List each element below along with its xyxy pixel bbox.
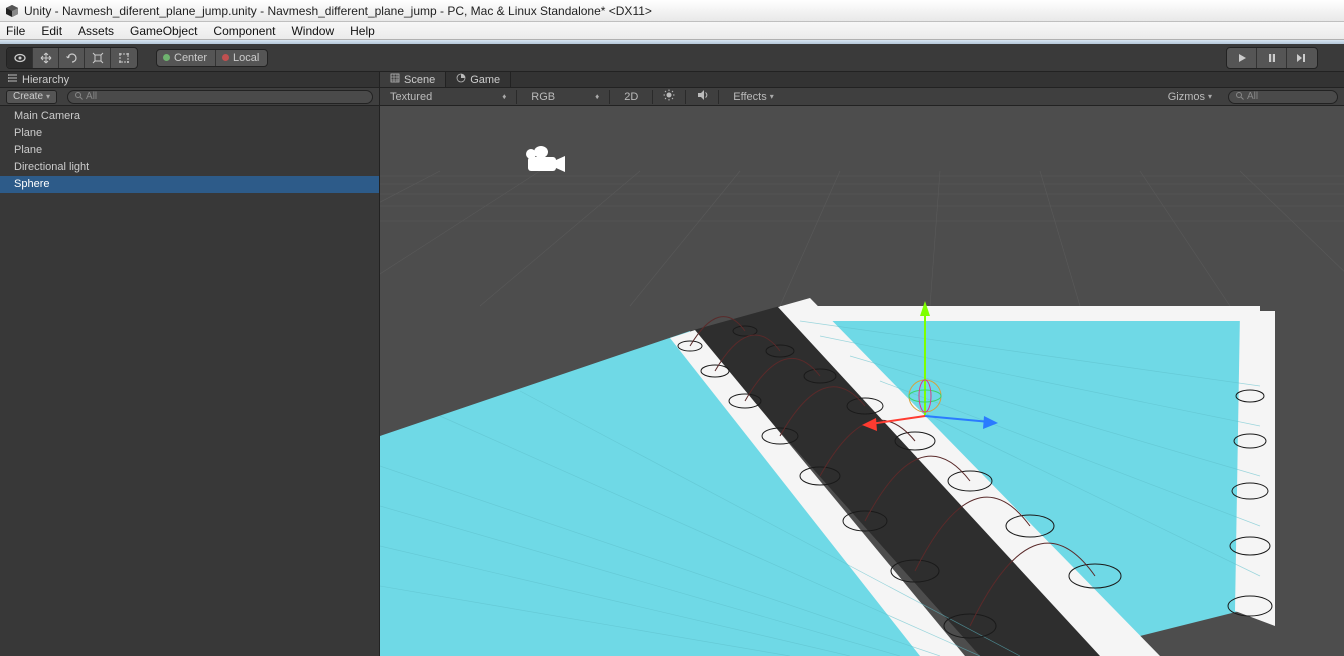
hierarchy-item-sphere[interactable]: Sphere	[0, 176, 379, 193]
window-titlebar: Unity - Navmesh_diferent_plane_jump.unit…	[0, 0, 1344, 22]
search-icon	[1235, 91, 1244, 103]
hierarchy-subbar: Create ▾ All	[0, 88, 379, 106]
main-toolbar: Center Local	[0, 44, 1344, 72]
menu-file[interactable]: File	[6, 24, 25, 38]
dot-icon	[222, 54, 229, 61]
scene-search-input[interactable]: All	[1228, 90, 1338, 104]
scene-search-placeholder: All	[1247, 91, 1258, 102]
chevron-down-icon: ▾	[46, 92, 50, 101]
hierarchy-tab[interactable]: Hierarchy	[0, 72, 379, 88]
play-controls-group	[1226, 47, 1318, 69]
tab-game[interactable]: Game	[446, 72, 511, 87]
menu-bar: File Edit Assets GameObject Component Wi…	[0, 22, 1344, 40]
unity-logo-icon	[4, 3, 20, 19]
scene-toolbar: Textured ♦ RGB ♦ 2D Effects ▾	[380, 88, 1344, 106]
chevron-down-icon: ▾	[1208, 92, 1212, 101]
game-icon	[456, 73, 466, 86]
step-button[interactable]	[1287, 48, 1317, 68]
chevron-down-icon: ▾	[770, 92, 774, 101]
scale-tool-button[interactable]	[85, 48, 111, 68]
pivot-center-label: Center	[174, 52, 207, 64]
rect-tool-button[interactable]	[111, 48, 137, 68]
pivot-center-button[interactable]: Center	[157, 50, 216, 66]
hierarchy-item-plane[interactable]: Plane	[0, 142, 379, 159]
toggle-2d-label: 2D	[624, 91, 638, 103]
hierarchy-tab-label: Hierarchy	[22, 74, 69, 86]
hierarchy-item-plane[interactable]: Plane	[0, 125, 379, 142]
menu-component[interactable]: Component	[213, 24, 275, 38]
pivot-local-label: Local	[233, 52, 259, 64]
create-dropdown-button[interactable]: Create ▾	[6, 90, 57, 104]
hierarchy-search-placeholder: All	[86, 91, 97, 102]
window-title-text: Unity - Navmesh_diferent_plane_jump.unit…	[24, 4, 652, 18]
dot-icon	[163, 54, 170, 61]
effects-dropdown[interactable]: Effects ▾	[729, 91, 777, 103]
gizmos-label: Gizmos	[1168, 91, 1205, 103]
scene-panel: Scene Game Textured ♦ RGB ♦ 2D	[380, 72, 1344, 656]
chevron-updown-icon: ♦	[502, 92, 506, 101]
tab-game-label: Game	[470, 74, 500, 86]
pivot-local-button[interactable]: Local	[216, 50, 267, 66]
hierarchy-item-main-camera[interactable]: Main Camera	[0, 108, 379, 125]
hierarchy-icon	[8, 73, 18, 86]
menu-edit[interactable]: Edit	[41, 24, 62, 38]
pivot-toggle-group: Center Local	[156, 49, 268, 67]
audio-toggle-button[interactable]	[696, 89, 708, 104]
move-tool-button[interactable]	[33, 48, 59, 68]
main-area: Hierarchy Create ▾ All Main Camera Plane…	[0, 72, 1344, 656]
lighting-toggle-button[interactable]	[663, 89, 675, 104]
menu-gameobject[interactable]: GameObject	[130, 24, 197, 38]
hierarchy-list: Main Camera Plane Plane Directional ligh…	[0, 106, 379, 656]
menu-help[interactable]: Help	[350, 24, 375, 38]
scene-tabs: Scene Game	[380, 72, 1344, 88]
shading-mode-dropdown[interactable]: Textured	[386, 91, 436, 103]
play-button[interactable]	[1227, 48, 1257, 68]
scene-icon	[390, 73, 400, 86]
scene-viewport[interactable]	[380, 106, 1344, 656]
tab-scene-label: Scene	[404, 74, 435, 86]
create-label: Create	[13, 91, 43, 102]
effects-label: Effects	[733, 91, 766, 103]
search-icon	[74, 91, 83, 103]
transform-tool-group	[6, 47, 138, 69]
render-mode-dropdown[interactable]: RGB	[527, 91, 559, 103]
shading-mode-label: Textured	[390, 91, 432, 103]
pause-button[interactable]	[1257, 48, 1287, 68]
menu-window[interactable]: Window	[291, 24, 334, 38]
tab-scene[interactable]: Scene	[380, 72, 446, 87]
chevron-updown-icon: ♦	[595, 92, 599, 101]
menu-assets[interactable]: Assets	[78, 24, 114, 38]
hierarchy-search-input[interactable]: All	[67, 90, 373, 104]
gizmos-dropdown[interactable]: Gizmos ▾	[1164, 91, 1216, 103]
hierarchy-panel: Hierarchy Create ▾ All Main Camera Plane…	[0, 72, 380, 656]
rotate-tool-button[interactable]	[59, 48, 85, 68]
toggle-2d-button[interactable]: 2D	[620, 91, 642, 103]
render-mode-label: RGB	[531, 91, 555, 103]
hand-tool-button[interactable]	[7, 48, 33, 68]
hierarchy-item-directional-light[interactable]: Directional light	[0, 159, 379, 176]
